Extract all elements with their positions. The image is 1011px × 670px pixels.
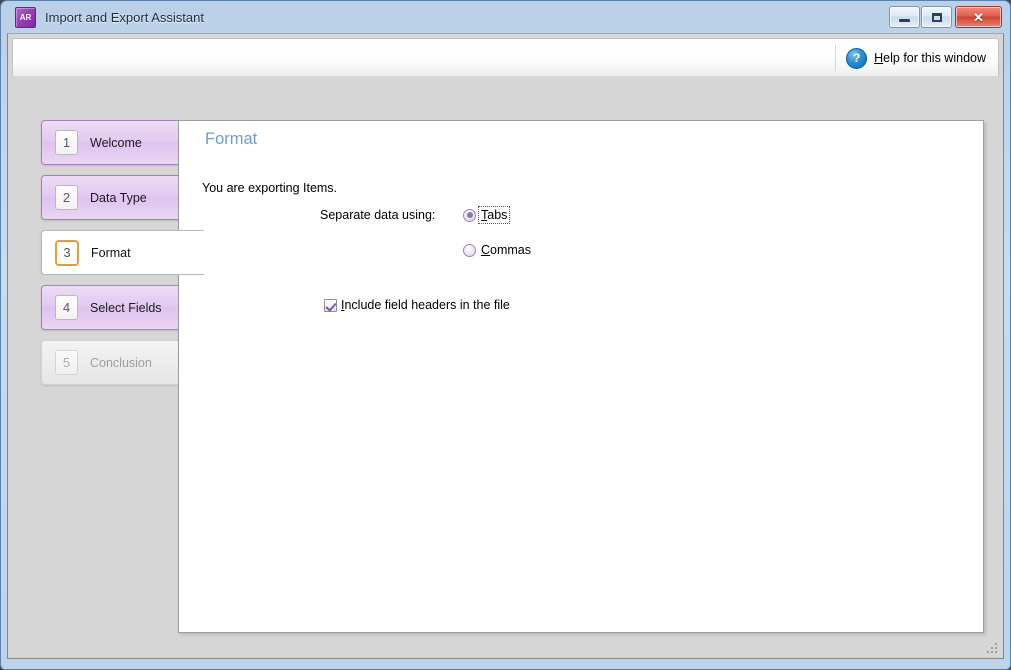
radio-option-commas[interactable]: Commas xyxy=(463,242,533,258)
step-label: Format xyxy=(91,245,131,260)
main-panel: Format You are exporting Items. Separate… xyxy=(178,120,984,633)
sidebar-item-format[interactable]: 3 Format xyxy=(41,230,204,275)
intro-text: You are exporting Items. xyxy=(202,181,338,195)
maximize-icon xyxy=(931,12,942,22)
sidebar-item-select-fields[interactable]: 4 Select Fields xyxy=(41,285,187,330)
radio-option-tabs[interactable]: Tabs xyxy=(463,206,511,224)
header-divider xyxy=(835,45,837,71)
step-number: 4 xyxy=(55,295,78,320)
maximize-button[interactable] xyxy=(921,6,952,28)
radio-commas-label: Commas xyxy=(479,242,533,258)
resize-grip[interactable] xyxy=(986,642,999,655)
header-bar: ? Help for this window xyxy=(12,38,999,78)
page-title: Format xyxy=(205,130,258,148)
app-icon: AR xyxy=(15,6,36,28)
step-label: Welcome xyxy=(90,135,142,150)
title-bar: AR Import and Export Assistant ✕ xyxy=(7,1,1004,33)
app-icon-label: AR xyxy=(19,12,32,22)
close-button[interactable]: ✕ xyxy=(955,6,1002,28)
step-number: 3 xyxy=(55,239,79,266)
radio-tabs-label: Tabs xyxy=(477,206,511,224)
help-link-label: Help for this window xyxy=(874,51,986,65)
window-controls: ✕ xyxy=(889,6,1002,28)
assistant-window: AR Import and Export Assistant ✕ ? Help … xyxy=(0,0,1011,670)
radio-tabs-rest: abs xyxy=(487,208,508,222)
close-icon: ✕ xyxy=(973,9,984,25)
sidebar-item-data-type[interactable]: 2 Data Type xyxy=(41,175,187,220)
sidebar-item-welcome[interactable]: 1 Welcome xyxy=(41,120,187,165)
step-label: Select Fields xyxy=(90,300,162,315)
help-accel: H xyxy=(874,51,884,65)
radio-commas-accel: C xyxy=(481,243,491,257)
include-field-headers-label: Include field headers in the file xyxy=(341,298,510,312)
help-rest: elp for this window xyxy=(883,51,986,65)
radio-tabs-icon[interactable] xyxy=(463,208,476,222)
step-number: 1 xyxy=(55,130,78,155)
steps-sidebar: 1 Welcome 2 Data Type 3 Format 4 Select … xyxy=(41,120,204,395)
minimize-icon xyxy=(899,18,910,22)
body-area: 1 Welcome 2 Data Type 3 Format 4 Select … xyxy=(8,76,1003,658)
include-field-headers-checkbox[interactable] xyxy=(324,298,337,312)
radio-commas-rest: ommas xyxy=(490,243,532,257)
help-for-this-window-link[interactable]: ? Help for this window xyxy=(846,47,986,69)
window-title: Import and Export Assistant xyxy=(45,9,204,25)
minimize-button[interactable] xyxy=(889,6,920,28)
client-area: ? Help for this window 1 Welcome 2 Data … xyxy=(7,33,1004,659)
checkbox-rest: nclude field headers in the file xyxy=(344,298,510,312)
separate-data-label: Separate data using: xyxy=(320,208,436,222)
step-label: Conclusion xyxy=(90,355,152,370)
sidebar-item-conclusion: 5 Conclusion xyxy=(41,340,187,385)
step-number: 2 xyxy=(55,185,78,210)
step-number: 5 xyxy=(55,350,78,375)
help-icon: ? xyxy=(846,47,868,69)
radio-commas-icon[interactable] xyxy=(463,243,476,257)
include-field-headers-checkbox-row[interactable]: Include field headers in the file xyxy=(324,298,510,312)
step-label: Data Type xyxy=(90,190,147,205)
